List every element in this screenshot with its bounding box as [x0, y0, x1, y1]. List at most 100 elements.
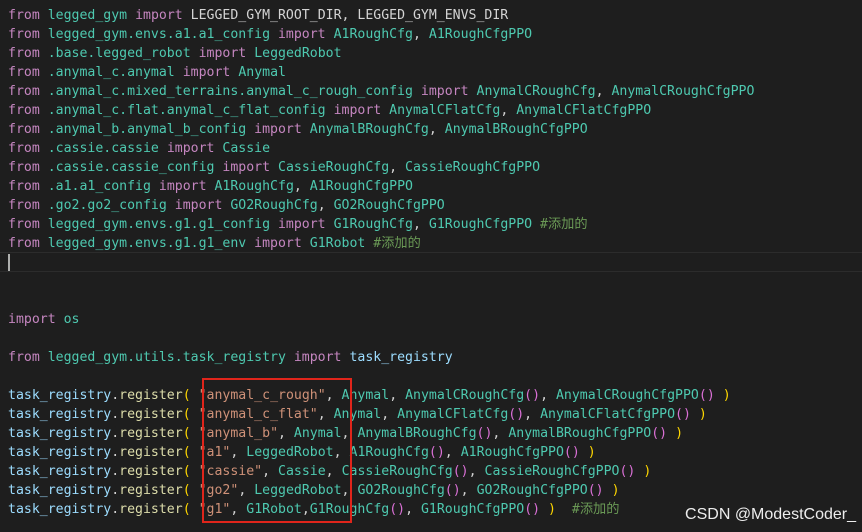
- code-token: ,: [317, 198, 334, 213]
- code-line[interactable]: from legged_gym.envs.g1.g1_env import G1…: [8, 234, 421, 253]
- code-token: legged_gym.envs.g1.g1_env: [47, 236, 247, 251]
- code-line[interactable]: from .anymal_b.anymal_b_config import An…: [8, 120, 588, 139]
- code-token: task_registry: [8, 407, 112, 422]
- code-token: LeggedRobot: [254, 46, 342, 61]
- code-token: from: [8, 198, 40, 213]
- code-token: ,: [500, 103, 517, 118]
- code-token: from: [8, 350, 40, 365]
- code-token: (): [508, 407, 525, 422]
- code-token: A1RoughCfg: [214, 179, 294, 194]
- code-token: AnymalBRoughCfg: [357, 426, 477, 441]
- code-editor[interactable]: from legged_gym import LEGGED_GYM_ROOT_D…: [0, 0, 862, 532]
- code-token: ): [675, 426, 684, 441]
- code-token: ,: [412, 217, 429, 232]
- code-line[interactable]: from .anymal_c.flat.anymal_c_flat_config…: [8, 101, 651, 120]
- code-token: .anymal_c.flat.anymal_c_flat_config: [47, 103, 326, 118]
- code-line[interactable]: task_registry.register( "anymal_c_flat",…: [8, 405, 707, 424]
- code-token: AnymalBRoughCfg: [309, 122, 429, 137]
- code-token: from: [8, 8, 40, 23]
- code-token: #添加的: [540, 217, 588, 232]
- code-token: import: [277, 217, 326, 232]
- current-line-highlight: [0, 252, 862, 272]
- code-token: import: [420, 84, 469, 99]
- code-line[interactable]: from legged_gym.envs.g1.g1_config import…: [8, 215, 588, 234]
- code-token: CassieRoughCfg: [341, 464, 453, 479]
- code-line[interactable]: from legged_gym.utils.task_registry impo…: [8, 348, 453, 367]
- code-token: from: [8, 27, 40, 42]
- text-cursor: [8, 254, 10, 271]
- code-token: (: [182, 407, 191, 422]
- code-line[interactable]: task_registry.register( "anymal_c_rough"…: [8, 386, 731, 405]
- code-line[interactable]: from .base.legged_robot import LeggedRob…: [8, 44, 342, 63]
- code-token: ): [587, 445, 596, 460]
- code-token: task_registry: [8, 445, 112, 460]
- code-token: (): [524, 388, 541, 403]
- code-line[interactable]: import os: [8, 310, 79, 329]
- code-line[interactable]: from legged_gym.envs.a1.a1_config import…: [8, 25, 532, 44]
- code-token: import: [254, 236, 302, 251]
- code-line[interactable]: from legged_gym import LEGGED_GYM_ROOT_D…: [8, 6, 508, 25]
- code-token: (): [428, 445, 445, 460]
- code-token: import: [135, 8, 183, 23]
- code-token: GO2RoughCfgPPO: [333, 198, 445, 213]
- code-token: ,: [595, 84, 612, 99]
- code-token: register: [119, 464, 183, 479]
- code-token: A1RoughCfg: [333, 27, 413, 42]
- code-token: .: [111, 445, 120, 460]
- code-token: AnymalCRoughCfg: [476, 84, 596, 99]
- code-token: legged_gym: [47, 8, 128, 23]
- code-token: from: [8, 122, 40, 137]
- code-token: .: [111, 502, 120, 517]
- code-token: ,: [460, 483, 477, 498]
- code-token: (): [452, 464, 469, 479]
- code-token: .: [111, 426, 120, 441]
- code-token: (): [524, 502, 541, 517]
- code-token: register: [119, 502, 183, 517]
- code-token: LEGGED_GYM_ROOT_DIR, LEGGED_GYM_ENVS_DIR: [182, 8, 509, 23]
- code-token: ,: [405, 502, 421, 517]
- code-line[interactable]: from .go2.go2_config import GO2RoughCfg,…: [8, 196, 445, 215]
- code-token: .: [111, 388, 120, 403]
- code-token: import: [8, 312, 56, 327]
- code-token: .cassie.cassie_config: [47, 160, 215, 175]
- code-token: task_registry: [349, 350, 453, 365]
- code-token: CassieRoughCfg: [278, 160, 390, 175]
- code-token: ,: [389, 160, 406, 175]
- code-line[interactable]: from .cassie.cassie_config import Cassie…: [8, 158, 540, 177]
- code-token: GO2RoughCfgPPO: [476, 483, 588, 498]
- code-line[interactable]: from .a1.a1_config import A1RoughCfg, A1…: [8, 177, 413, 196]
- code-token: (: [182, 464, 191, 479]
- code-line[interactable]: from .anymal_c.mixed_terrains.anymal_c_r…: [8, 82, 754, 101]
- code-token: (): [619, 464, 636, 479]
- task-name-highlight-box: [202, 378, 352, 523]
- code-token: import: [254, 122, 302, 137]
- code-token: G1RoughCfgPPO: [428, 217, 533, 232]
- code-token: ,: [468, 464, 485, 479]
- code-token: (): [389, 502, 406, 517]
- code-token: G1RoughCfg: [333, 217, 413, 232]
- code-token: .go2.go2_config: [47, 198, 167, 213]
- code-token: (): [476, 426, 493, 441]
- code-line[interactable]: from .cassie.cassie import Cassie: [8, 139, 270, 158]
- code-line[interactable]: from .anymal_c.anymal import Anymal: [8, 63, 286, 82]
